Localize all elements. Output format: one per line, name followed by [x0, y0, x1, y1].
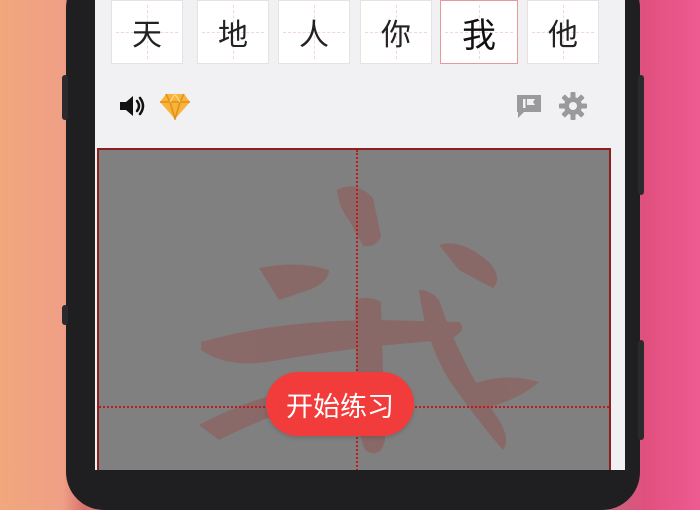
gear-icon[interactable] — [557, 90, 589, 122]
character-tile[interactable]: 人 — [278, 0, 350, 64]
phone-side-button-left-lower — [62, 305, 68, 325]
character-glyph: 你 — [381, 18, 411, 53]
character-glyph: 地 — [218, 18, 248, 53]
phone-side-button-right-lower — [638, 340, 644, 440]
character-tile[interactable]: 你 — [360, 0, 432, 64]
character-tile-selected[interactable]: 我 — [440, 0, 518, 64]
character-tile[interactable]: 天 — [111, 0, 183, 64]
character-glyph: 我 — [462, 15, 496, 56]
phone-side-button-left — [62, 75, 68, 120]
diamond-icon[interactable] — [159, 90, 191, 122]
start-practice-button[interactable]: 开始练习 — [266, 372, 414, 436]
feedback-icon[interactable] — [513, 90, 545, 122]
character-glyph: 他 — [548, 18, 578, 53]
character-tile[interactable]: 地 — [197, 0, 269, 64]
character-selector: 天 地 人 你 我 他 — [107, 0, 613, 66]
character-glyph: 天 — [132, 18, 162, 53]
character-glyph: 人 — [299, 18, 329, 53]
speaker-icon[interactable] — [117, 90, 149, 122]
toolbar — [95, 82, 625, 130]
character-tile[interactable]: 他 — [527, 0, 599, 64]
phone-side-button-right — [638, 75, 644, 195]
